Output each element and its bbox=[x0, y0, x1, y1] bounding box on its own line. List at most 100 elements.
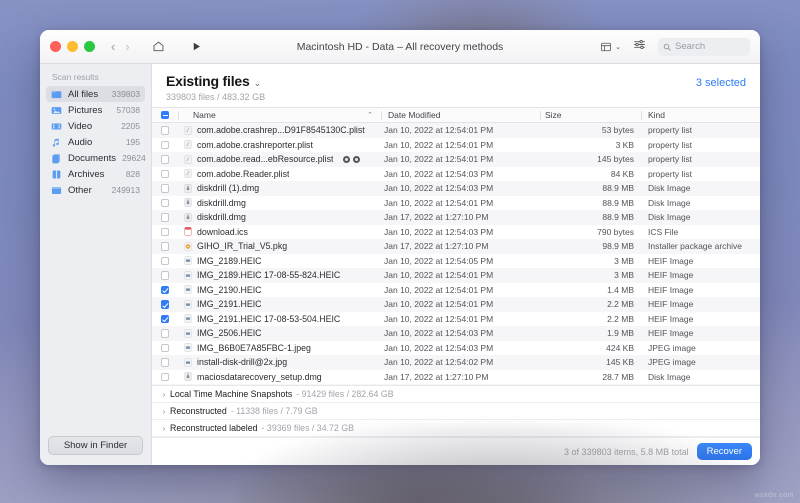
row-checkbox[interactable] bbox=[160, 126, 170, 135]
row-checkbox-cell[interactable] bbox=[152, 372, 178, 381]
table-row[interactable]: IMG_2191.HEIC Jan 10, 2022 at 12:54:01 PM… bbox=[152, 297, 760, 312]
sidebar-label: Audio bbox=[68, 136, 93, 148]
row-checkbox-cell[interactable] bbox=[152, 126, 178, 135]
row-checkbox[interactable] bbox=[160, 213, 170, 222]
table-row[interactable]: IMG_2189.HEIC 17-08-55-824.HEIC Jan 10, 2… bbox=[152, 268, 760, 283]
row-checkbox[interactable] bbox=[160, 358, 170, 367]
row-checkbox[interactable] bbox=[160, 314, 170, 323]
row-checkbox-cell[interactable] bbox=[152, 198, 178, 207]
minimize-button[interactable] bbox=[67, 41, 78, 52]
sidebar-item-pictures[interactable]: Pictures 57038 bbox=[46, 102, 145, 118]
row-checkbox-cell[interactable] bbox=[152, 329, 178, 338]
chevron-right-icon[interactable]: › bbox=[158, 424, 170, 433]
row-checkbox-cell[interactable] bbox=[152, 184, 178, 193]
row-checkbox[interactable] bbox=[160, 271, 170, 280]
vertical-scrollbar[interactable] bbox=[755, 123, 760, 437]
row-size: 53 bytes bbox=[601, 125, 634, 136]
view-options-button[interactable]: ⌄ bbox=[600, 41, 621, 53]
row-checkbox[interactable] bbox=[160, 329, 170, 338]
sidebar-item-documents[interactable]: Documents 29624 bbox=[46, 150, 146, 166]
table-row[interactable]: GIHO_IR_Trial_V5.pkg Jan 17, 2022 at 1:27… bbox=[152, 239, 760, 254]
recover-button[interactable]: Recover bbox=[696, 443, 752, 460]
group-row[interactable]: › Local Time Machine Snapshots - 91429 fil… bbox=[152, 386, 760, 403]
table-row[interactable]: IMG_2506.HEIC Jan 10, 2022 at 12:54:03 PM… bbox=[152, 326, 760, 341]
row-name-cell: install-disk-drill@2x.jpg bbox=[178, 357, 384, 367]
sidebar-item-audio[interactable]: Audio 195 bbox=[46, 134, 145, 150]
row-checkbox-cell[interactable] bbox=[152, 140, 178, 149]
row-checkbox-cell[interactable] bbox=[152, 169, 178, 178]
sidebar-item-other[interactable]: Other 249913 bbox=[46, 182, 145, 198]
sidebar-item-archives[interactable]: Archives 828 bbox=[46, 166, 145, 182]
column-header-date-modified[interactable]: Date Modified bbox=[382, 110, 540, 120]
row-checkbox[interactable] bbox=[160, 169, 170, 178]
filter-sliders-icon[interactable] bbox=[633, 38, 646, 56]
row-checkbox-cell[interactable] bbox=[152, 314, 178, 323]
table-row[interactable]: IMG_2189.HEIC Jan 10, 2022 at 12:54:05 PM… bbox=[152, 254, 760, 269]
search-input[interactable]: Search bbox=[658, 37, 750, 56]
table-row[interactable]: install-disk-drill@2x.jpg Jan 10, 2022 at… bbox=[152, 355, 760, 370]
table-row[interactable]: IMG_B6B0E7A85FBC-1.jpeg Jan 10, 2022 at 1… bbox=[152, 341, 760, 356]
row-checkbox-cell[interactable] bbox=[152, 285, 178, 294]
back-button[interactable]: ‹ bbox=[111, 40, 115, 53]
selected-count-label[interactable]: 3 selected bbox=[696, 77, 746, 89]
group-row[interactable]: › Reconstructed - 11338 files / 7.79 GB bbox=[152, 403, 760, 420]
column-header-name[interactable]: Name ⌃ bbox=[179, 110, 381, 120]
row-kind: HEIF Image bbox=[648, 270, 694, 281]
row-checkbox[interactable] bbox=[160, 155, 170, 164]
row-checkbox-cell[interactable] bbox=[152, 271, 178, 280]
select-all-checkbox-cell[interactable] bbox=[152, 110, 178, 120]
table-row[interactable]: com.adobe.crashrep...D91F8545130C.plist J… bbox=[152, 123, 760, 138]
close-button[interactable] bbox=[50, 41, 61, 52]
row-checkbox[interactable] bbox=[160, 242, 170, 251]
column-header-kind[interactable]: Kind bbox=[642, 110, 760, 120]
table-row[interactable]: IMG_2190.HEIC Jan 10, 2022 at 12:54:01 PM… bbox=[152, 283, 760, 298]
row-date-modified: Jan 10, 2022 at 12:54:03 PM bbox=[384, 168, 494, 179]
row-checkbox[interactable] bbox=[160, 140, 170, 149]
sidebar-label: Other bbox=[68, 184, 92, 196]
row-checkbox-cell[interactable] bbox=[152, 155, 178, 164]
table-row[interactable]: diskdrill.dmg Jan 10, 2022 at 12:54:01 PM… bbox=[152, 196, 760, 211]
show-in-finder-button[interactable]: Show in Finder bbox=[48, 436, 143, 455]
row-checkbox-cell[interactable] bbox=[152, 358, 178, 367]
row-checkbox[interactable] bbox=[160, 343, 170, 352]
sidebar-item-video[interactable]: Video 2205 bbox=[46, 118, 145, 134]
row-checkbox-cell[interactable] bbox=[152, 343, 178, 352]
select-all-checkbox[interactable] bbox=[160, 110, 170, 120]
sidebar-label: Pictures bbox=[68, 104, 103, 116]
table-row[interactable]: maciosdatarecovery_setup.dmg Jan 17, 2022… bbox=[152, 370, 760, 385]
table-row[interactable]: diskdrill (1).dmg Jan 10, 2022 at 12:54:0… bbox=[152, 181, 760, 196]
chevron-right-icon[interactable]: › bbox=[158, 390, 170, 399]
forward-button[interactable]: › bbox=[125, 40, 129, 53]
row-checkbox-cell[interactable] bbox=[152, 227, 178, 236]
table-row[interactable]: com.adobe.Reader.plist Jan 10, 2022 at 12… bbox=[152, 167, 760, 182]
row-checkbox[interactable] bbox=[160, 372, 170, 381]
play-icon[interactable] bbox=[191, 41, 202, 52]
row-checkbox[interactable] bbox=[160, 256, 170, 265]
group-name: Local Time Machine Snapshots bbox=[170, 389, 293, 399]
row-checkbox[interactable] bbox=[160, 300, 170, 309]
home-icon[interactable] bbox=[152, 40, 165, 53]
table-row[interactable]: download.ics Jan 10, 2022 at 12:54:03 PM 7… bbox=[152, 225, 760, 240]
row-checkbox-cell[interactable] bbox=[152, 213, 178, 222]
row-checkbox-cell[interactable] bbox=[152, 300, 178, 309]
row-checkbox[interactable] bbox=[160, 285, 170, 294]
chevron-down-icon[interactable]: ⌄ bbox=[254, 78, 262, 89]
chevron-right-icon[interactable]: › bbox=[158, 407, 170, 416]
zoom-button[interactable] bbox=[84, 41, 95, 52]
row-checkbox-cell[interactable] bbox=[152, 242, 178, 251]
table-row[interactable]: IMG_2191.HEIC 17-08-53-504.HEIC Jan 10, 2… bbox=[152, 312, 760, 327]
chevron-down-icon: ⌄ bbox=[615, 43, 621, 51]
table-row[interactable]: diskdrill.dmg Jan 17, 2022 at 1:27:10 PM 8… bbox=[152, 210, 760, 225]
row-checkbox-cell[interactable] bbox=[152, 256, 178, 265]
column-header-size[interactable]: Size bbox=[541, 110, 641, 120]
image-file-icon bbox=[184, 270, 192, 280]
table-row[interactable]: com.adobe.crashreporter.plist Jan 10, 202… bbox=[152, 138, 760, 153]
row-checkbox[interactable] bbox=[160, 227, 170, 236]
group-row[interactable]: › Reconstructed labeled - 39369 files / 34… bbox=[152, 420, 760, 437]
plist-file-icon bbox=[184, 140, 192, 150]
row-checkbox[interactable] bbox=[160, 198, 170, 207]
table-row[interactable]: com.adobe.read...ebResource.plist Jan 10,… bbox=[152, 152, 760, 167]
sidebar-item-all-files[interactable]: All files 339803 bbox=[46, 86, 145, 102]
row-kind: property list bbox=[648, 168, 692, 179]
row-checkbox[interactable] bbox=[160, 184, 170, 193]
